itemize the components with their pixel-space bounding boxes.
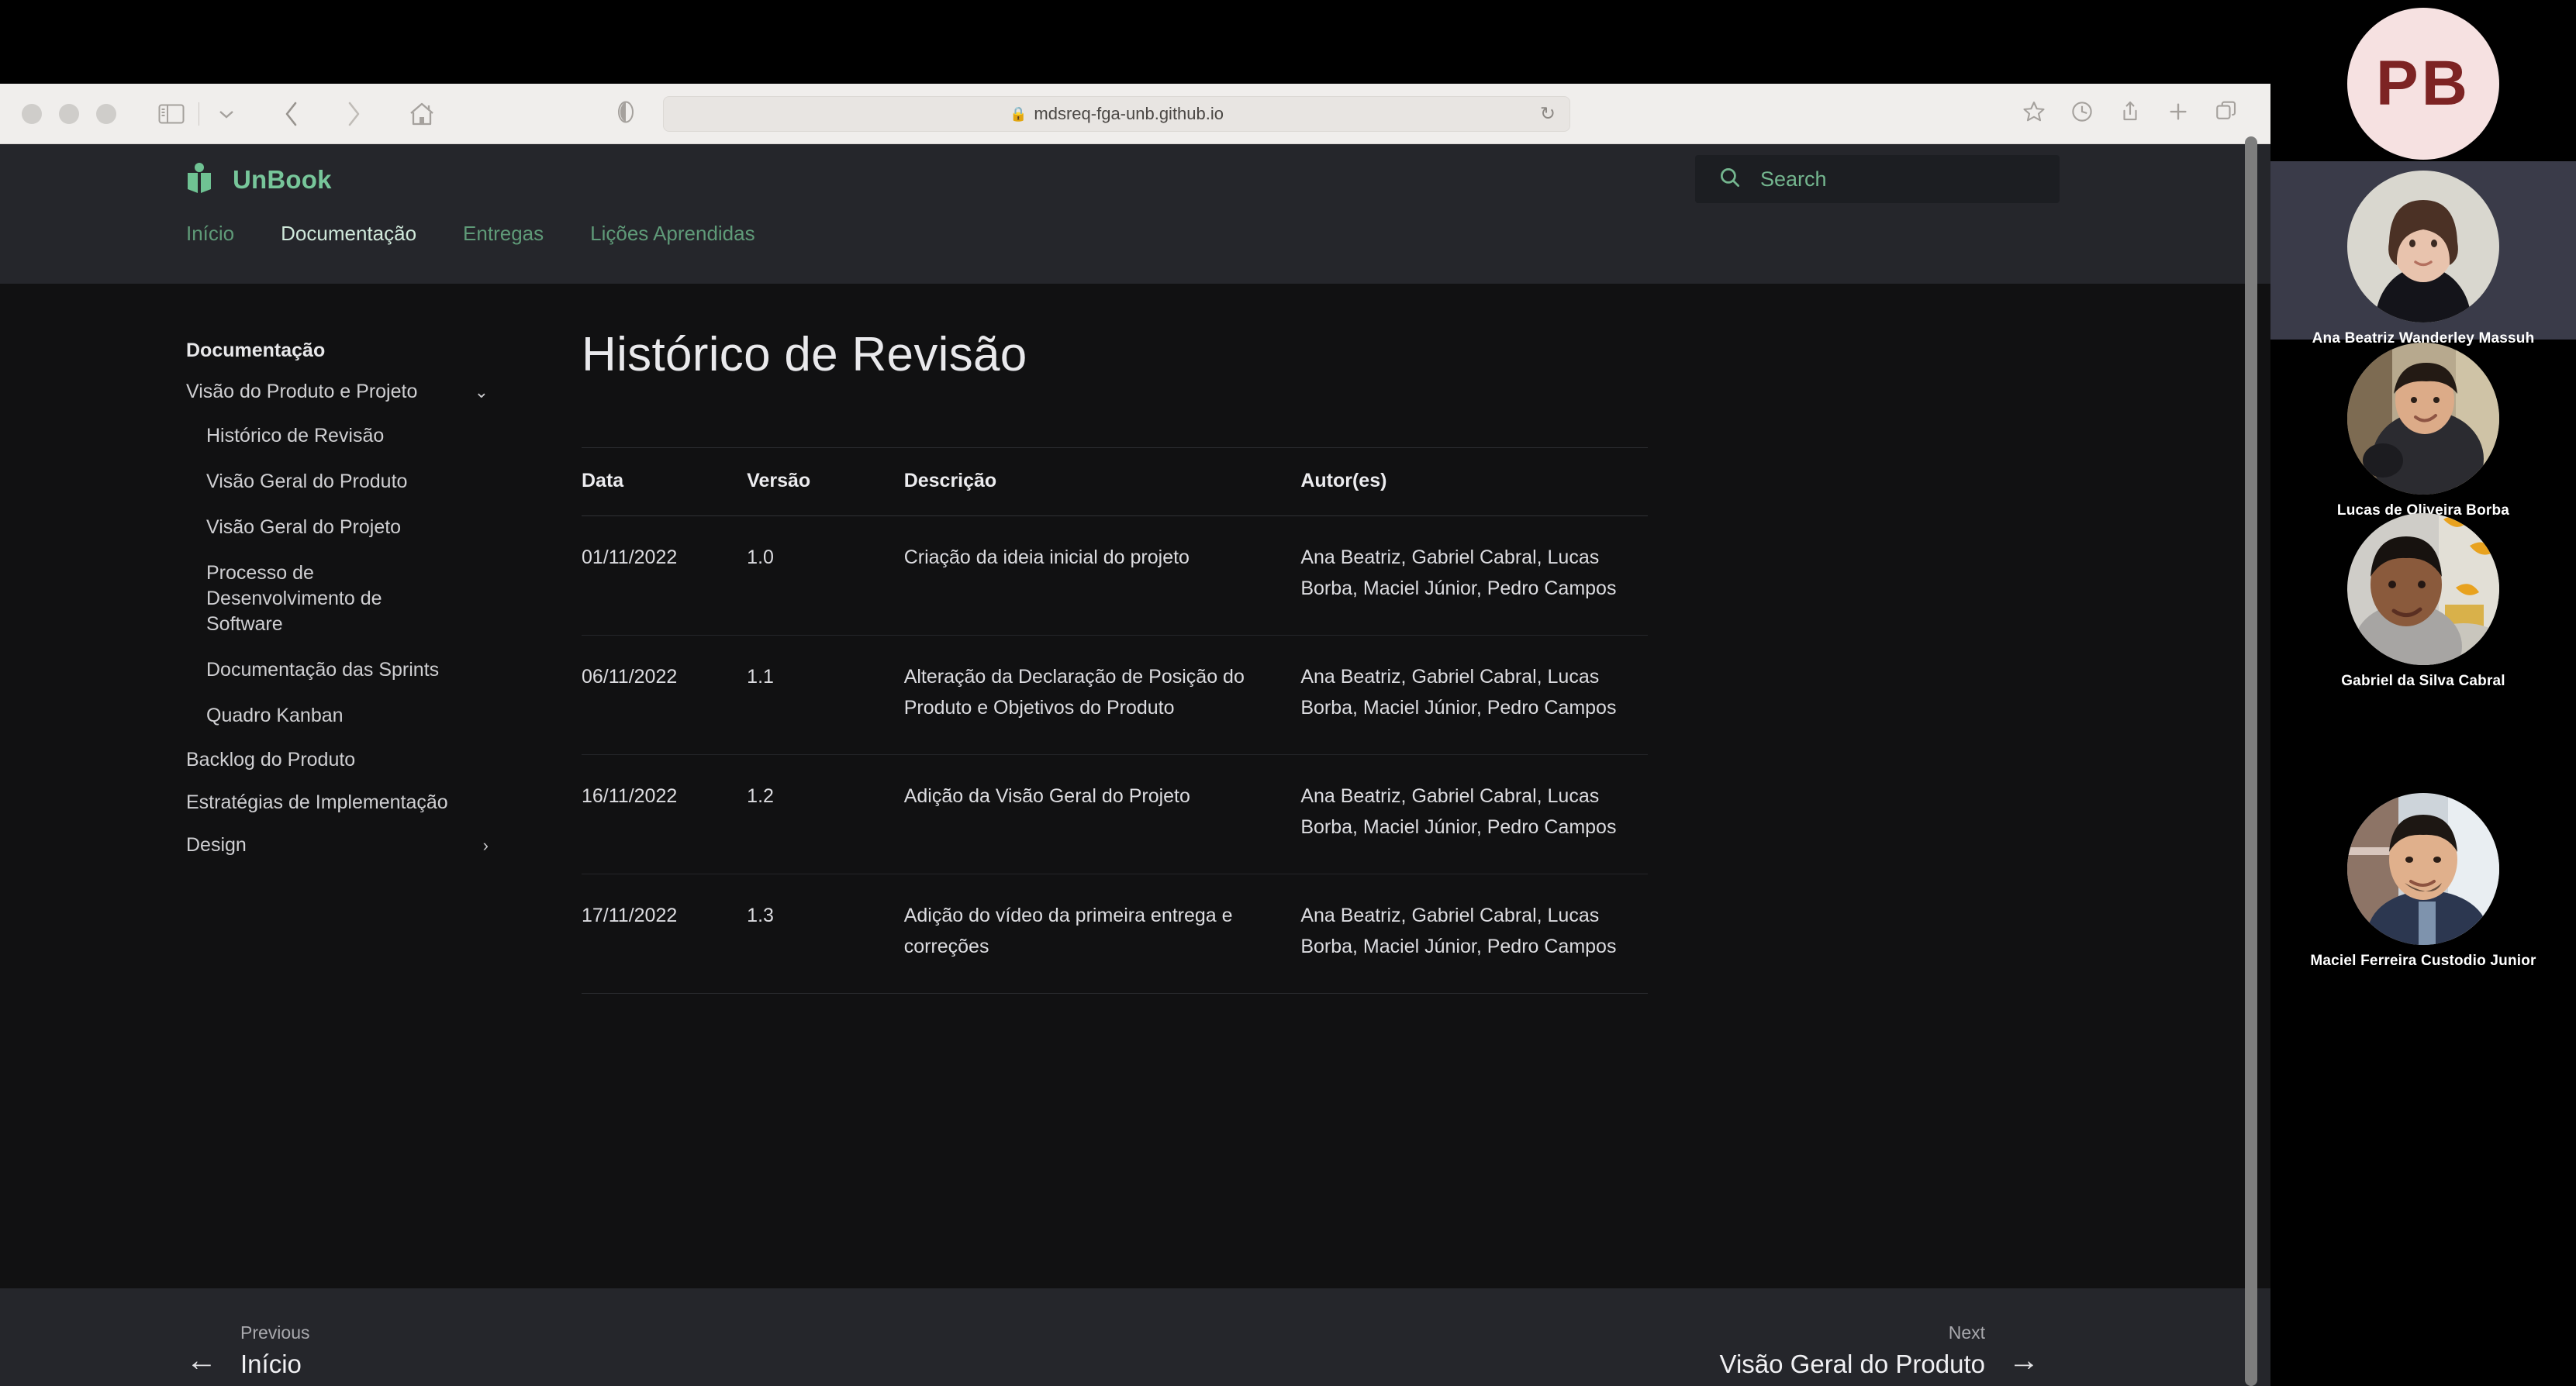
cell-versao: 1.1 <box>747 635 904 755</box>
forward-icon[interactable] <box>331 93 376 135</box>
site-header: UnBook Search <box>0 144 2270 215</box>
cell-descricao: Adição do vídeo da primeira entrega e co… <box>903 905 1233 957</box>
participant-tile-lucas-de-oliveira-borba[interactable]: Lucas de Oliveira Borba <box>2270 343 2576 519</box>
sidebar-toggle-icon[interactable] <box>149 93 194 135</box>
cell-data: 17/11/2022 <box>582 905 678 926</box>
next-label: Next <box>1948 1322 1985 1343</box>
footer-navigation: ← Previous Início Next Visão Geral do Pr… <box>0 1288 2270 1386</box>
participant-name: Maciel Ferreira Custodio Junior <box>2310 953 2536 969</box>
browser-window: 🔒 mdsreq-fga-unb.github.io ↻ UnBook Sear… <box>0 84 2270 1386</box>
cell-data: 16/11/2022 <box>582 754 748 874</box>
arrow-left-icon: ← <box>186 1343 217 1377</box>
arrow-right-icon: → <box>2008 1343 2039 1377</box>
table-row: 17/11/2022 1.3 Adição do vídeo da primei… <box>582 874 1648 994</box>
participant-video-thumbnail <box>2347 171 2499 322</box>
minimize-window-button[interactable] <box>59 103 79 124</box>
doc-sidebar-title: Documentação <box>186 340 326 361</box>
next-page-link[interactable]: Next Visão Geral do Produto → <box>1720 1322 2039 1379</box>
lock-icon: 🔒 <box>1009 105 1027 122</box>
tab-licoes-aprendidas[interactable]: Lições Aprendidas <box>567 215 778 252</box>
cell-autores: Ana Beatriz, Gabriel Cabral, Lucas Borba… <box>1300 905 1617 957</box>
participant-rail: PB Pedro Campos Borges Ana Beatriz Wande… <box>2270 0 2576 1386</box>
cell-versao: 1.0 <box>747 515 904 636</box>
cell-data: 01/11/2022 <box>582 515 748 636</box>
history-clock-icon[interactable] <box>2070 100 2094 127</box>
avatar <box>2347 171 2499 322</box>
back-icon[interactable] <box>269 93 314 135</box>
column-header-autores: Autor(es) <box>1300 447 1648 516</box>
sidebar-sublist: Histórico de Revisão Visão Geral do Prod… <box>186 423 439 729</box>
participant-video-thumbnail <box>2347 793 2499 945</box>
avatar <box>2347 343 2499 495</box>
url-text-group: 🔒 mdsreq-fga-unb.github.io <box>1010 104 1224 124</box>
cell-descricao: Criação da ideia inicial do projeto <box>903 515 1301 636</box>
avatar <box>2347 793 2499 945</box>
previous-page-link[interactable]: ← Previous Início <box>186 1322 309 1379</box>
home-icon[interactable] <box>399 93 444 135</box>
avatar <box>2347 513 2499 665</box>
sidebar-section-label: Visão do Produto e Projeto <box>186 381 418 402</box>
participant-video-thumbnail <box>2347 513 2499 665</box>
sidebar-item-label: Design <box>186 834 247 856</box>
screen: 🔒 mdsreq-fga-unb.github.io ↻ UnBook Sear… <box>0 0 2576 1386</box>
cell-versao: 1.2 <box>747 754 904 874</box>
search-placeholder: Search <box>1760 167 1827 191</box>
page-scrollbar[interactable] <box>2245 136 2257 1386</box>
bookmark-star-icon[interactable] <box>2022 100 2046 127</box>
maximize-window-button[interactable] <box>96 103 116 124</box>
sidebar-item-label: Backlog do Produto <box>186 749 356 771</box>
participant-tile-maciel-ferreira-custodio-junior[interactable]: Maciel Ferreira Custodio Junior <box>2270 793 2576 971</box>
browser-toolbar: 🔒 mdsreq-fga-unb.github.io ↻ <box>0 84 2270 144</box>
table-row: 01/11/2022 1.0 Criação da ideia inicial … <box>582 515 1648 636</box>
content-area: Documentação Visão do Produto e Projeto … <box>0 284 2270 1288</box>
chevron-down-icon[interactable] <box>204 93 249 135</box>
tab-documentacao[interactable]: Documentação <box>257 215 440 252</box>
close-window-button[interactable] <box>22 103 42 124</box>
cell-descricao: Adição da Visão Geral do Projeto <box>903 754 1301 874</box>
table-row: 16/11/2022 1.2 Adição da Visão Geral do … <box>582 754 1648 874</box>
url-text: mdsreq-fga-unb.github.io <box>1034 104 1224 123</box>
table-row: 06/11/2022 1.1 Alteração da Declaração d… <box>582 635 1648 755</box>
avatar: PB <box>2347 8 2499 160</box>
new-tab-plus-icon[interactable] <box>2167 100 2190 127</box>
search-icon <box>1718 166 1742 193</box>
participant-video-thumbnail <box>2347 343 2499 495</box>
main-content: Histórico de Revisão Data Versão Descriç… <box>388 284 2024 1288</box>
column-header-descricao: Descrição <box>903 447 1301 516</box>
revision-history-table: Data Versão Descrição Autor(es) 01/11/20… <box>582 447 1648 994</box>
search-input[interactable]: Search <box>1695 155 2060 203</box>
tab-overview-icon[interactable] <box>2215 100 2238 127</box>
column-header-versao: Versão <box>747 447 904 516</box>
cell-descricao: Alteração da Declaração de Posição do Pr… <box>903 635 1301 755</box>
doc-sidebar: Documentação Visão do Produto e Projeto … <box>0 284 489 1288</box>
column-header-data: Data <box>582 447 748 516</box>
brand-name: UnBook <box>233 165 332 194</box>
book-logo-icon <box>186 162 212 198</box>
brand[interactable]: UnBook <box>186 162 332 198</box>
tab-inicio[interactable]: Início <box>186 215 257 252</box>
previous-title: Início <box>240 1350 302 1378</box>
cell-autores: Ana Beatriz, Gabriel Cabral, Lucas Borba… <box>1300 515 1648 636</box>
share-icon[interactable] <box>2118 100 2142 127</box>
participant-tile-ana-beatriz-wanderley-massuh[interactable]: Ana Beatriz Wanderley Massuh <box>2270 161 2576 346</box>
participant-name: Gabriel da Silva Cabral <box>2341 673 2505 689</box>
address-bar[interactable]: 🔒 mdsreq-fga-unb.github.io ↻ <box>663 96 1570 132</box>
reader-view-icon[interactable] <box>617 100 634 127</box>
cell-versao: 1.3 <box>747 905 774 926</box>
table-header-row: Data Versão Descrição Autor(es) <box>582 447 1648 516</box>
cell-autores: Ana Beatriz, Gabriel Cabral, Lucas Borba… <box>1300 754 1648 874</box>
window-traffic-lights[interactable] <box>22 103 116 124</box>
participant-tile-gabriel-da-silva-cabral[interactable]: Gabriel da Silva Cabral <box>2270 513 2576 689</box>
next-title: Visão Geral do Produto <box>1719 1350 1985 1378</box>
page-title: Histórico de Revisão <box>582 328 1027 381</box>
reload-icon[interactable]: ↻ <box>1540 103 1556 126</box>
cell-autores: Ana Beatriz, Gabriel Cabral, Lucas Borba… <box>1300 635 1648 755</box>
cell-data: 06/11/2022 <box>582 635 748 755</box>
site-nav-tabs: Início Documentação Entregas Lições Apre… <box>0 215 2270 284</box>
previous-label: Previous <box>240 1322 310 1343</box>
avatar-initials: PB <box>2347 8 2499 160</box>
tab-entregas[interactable]: Entregas <box>440 215 567 252</box>
